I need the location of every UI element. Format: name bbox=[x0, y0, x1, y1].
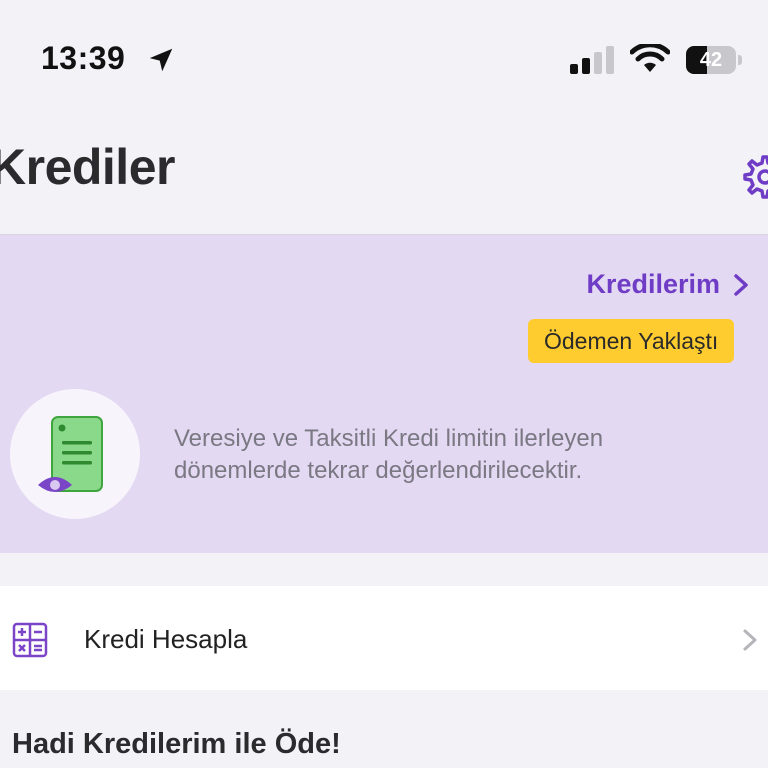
section-title: Hadi Kredilerim ile Öde! bbox=[12, 728, 341, 760]
chevron-right-icon bbox=[734, 273, 748, 296]
credit-status-card: Kredilerim Ödemen Yaklaştı Veresiye ve T… bbox=[0, 235, 768, 553]
page-title: Krediler bbox=[0, 139, 175, 195]
kredi-hesapla-label: Kredi Hesapla bbox=[84, 624, 248, 654]
kredilerim-link[interactable]: Kredilerim bbox=[586, 269, 750, 300]
location-arrow-icon bbox=[149, 48, 173, 72]
cellular-signal-icon bbox=[570, 46, 614, 74]
calculator-icon bbox=[12, 622, 48, 658]
gear-icon[interactable] bbox=[738, 152, 768, 202]
battery-icon: 42 bbox=[686, 46, 742, 74]
document-eye-icon bbox=[10, 389, 140, 519]
battery-level: 42 bbox=[699, 49, 723, 71]
credit-limit-message: Veresiye ve Taksitli Kredi limitin ilerl… bbox=[174, 425, 604, 484]
payment-due-badge: Ödemen Yaklaştı bbox=[528, 319, 735, 363]
kredilerim-link-label: Kredilerim bbox=[586, 269, 720, 299]
chevron-right-icon bbox=[743, 629, 757, 651]
status-bar: 13:39 42 bbox=[0, 0, 768, 120]
kredi-hesapla-row[interactable]: Kredi Hesapla bbox=[0, 586, 768, 690]
wifi-icon bbox=[630, 44, 670, 72]
status-time: 13:39 bbox=[41, 40, 126, 76]
